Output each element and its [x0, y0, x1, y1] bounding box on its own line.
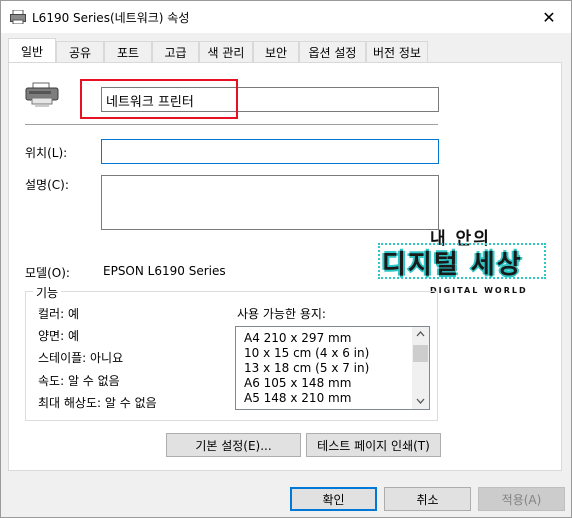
list-item[interactable]: 13 x 18 cm (5 x 7 in) — [244, 361, 369, 375]
scroll-up-icon[interactable] — [416, 331, 425, 337]
model-value: EPSON L6190 Series — [103, 264, 226, 278]
feature-duplex: 양면: 예 — [38, 329, 79, 343]
tab-general[interactable]: 일반 — [8, 38, 56, 63]
watermark-line2: 디지털 세상 — [382, 250, 523, 280]
list-item[interactable]: A6 105 x 148 mm — [244, 376, 351, 390]
model-label: 모델(O): — [25, 266, 70, 280]
feature-speed: 속도: 알 수 없음 — [38, 374, 120, 388]
feature-color: 컬러: 예 — [38, 307, 79, 321]
watermark-logo: 내 안의 디지털 세상 DIGITAL WORLD — [378, 229, 548, 295]
location-label: 위치(L): — [25, 146, 68, 160]
printer-large-icon — [25, 82, 59, 107]
paper-list-scrollbar[interactable] — [412, 327, 429, 409]
tab-option-settings[interactable]: 옵션 설정 — [299, 41, 366, 62]
print-test-page-button[interactable]: 테스트 페이지 인쇄(T) — [306, 433, 441, 457]
scroll-thumb[interactable] — [413, 345, 428, 362]
tab-color-management[interactable]: 색 관리 — [199, 41, 253, 62]
apply-button[interactable]: 적용(A) — [478, 487, 565, 511]
properties-window: L6190 Series(네트워크) 속성 ✕ 일반 공유 포트 고급 색 관리… — [0, 0, 572, 518]
comment-input[interactable] — [101, 175, 439, 230]
feature-max-resolution: 최대 해상도: 알 수 없음 — [38, 396, 157, 410]
tab-security[interactable]: 보안 — [253, 41, 299, 62]
close-icon[interactable]: ✕ — [527, 1, 571, 33]
paper-list[interactable]: A4 210 x 297 mm 10 x 15 cm (4 x 6 in) 13… — [235, 326, 430, 410]
list-item[interactable]: A5 148 x 210 mm — [244, 391, 351, 405]
list-item[interactable]: 10 x 15 cm (4 x 6 in) — [244, 346, 369, 360]
highlight-box — [80, 79, 238, 119]
tab-version-info[interactable]: 버전 정보 — [366, 41, 428, 62]
scroll-down-icon[interactable] — [416, 398, 425, 404]
features-group-label: 기능 — [33, 284, 62, 301]
ok-button[interactable]: 확인 — [290, 487, 377, 511]
title-bar: L6190 Series(네트워크) 속성 ✕ — [1, 1, 571, 33]
printer-icon — [10, 10, 26, 24]
tab-advanced[interactable]: 고급 — [152, 41, 199, 62]
feature-staple: 스테이플: 아니요 — [38, 351, 124, 365]
preferences-button[interactable]: 기본 설정(E)... — [166, 433, 301, 457]
watermark-line3: DIGITAL WORLD — [430, 286, 528, 295]
tab-sharing[interactable]: 공유 — [56, 41, 104, 62]
cancel-button[interactable]: 취소 — [384, 487, 471, 511]
list-item[interactable]: A4 210 x 297 mm — [244, 331, 351, 345]
location-input[interactable] — [101, 139, 439, 164]
window-title: L6190 Series(네트워크) 속성 — [32, 11, 190, 25]
divider — [25, 124, 438, 125]
paper-label: 사용 가능한 용지: — [237, 307, 326, 321]
tab-ports[interactable]: 포트 — [104, 41, 152, 62]
comment-label: 설명(C): — [25, 178, 69, 192]
